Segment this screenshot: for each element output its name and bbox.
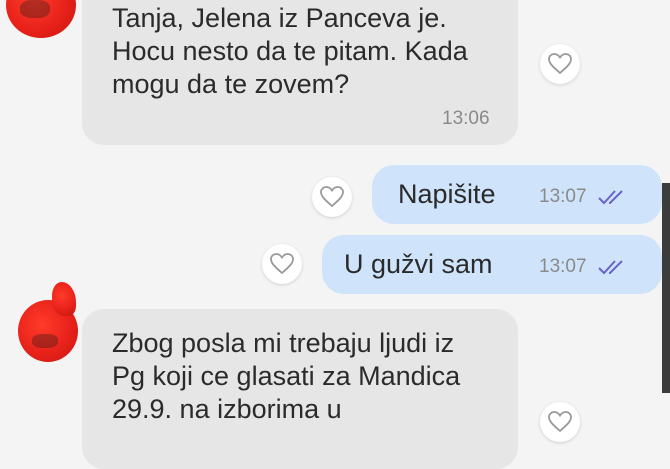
- message-text: Napišite: [398, 179, 496, 209]
- message-time: 13:06: [442, 108, 490, 129]
- heart-icon[interactable]: [540, 44, 580, 84]
- sender-avatar[interactable]: [6, 0, 76, 38]
- heart-icon[interactable]: [262, 244, 302, 284]
- message-bubble-outgoing[interactable]: U gužvi sam 13:07: [322, 235, 662, 294]
- scrollbar[interactable]: [662, 183, 670, 393]
- double-check-icon: [598, 190, 623, 205]
- heart-icon[interactable]: [540, 402, 580, 442]
- message-text: U gužvi sam: [344, 249, 493, 279]
- message-text: Tanja, Jelena iz Panceva je. Hocu nesto …: [112, 3, 468, 99]
- double-check-icon: [598, 260, 623, 275]
- message-bubble-incoming[interactable]: Tanja, Jelena iz Panceva je. Hocu nesto …: [82, 0, 518, 145]
- heart-icon[interactable]: [312, 177, 352, 217]
- message-text: Zbog posla mi trebaju ljudi iz Pg koji c…: [112, 328, 461, 424]
- message-time: 13:07: [539, 186, 587, 207]
- message-bubble-incoming[interactable]: Zbog posla mi trebaju ljudi iz Pg koji c…: [82, 309, 518, 469]
- avatar-scribble: [52, 282, 76, 316]
- message-time: 13:07: [539, 256, 587, 277]
- message-bubble-outgoing[interactable]: Napišite 13:07: [372, 165, 662, 224]
